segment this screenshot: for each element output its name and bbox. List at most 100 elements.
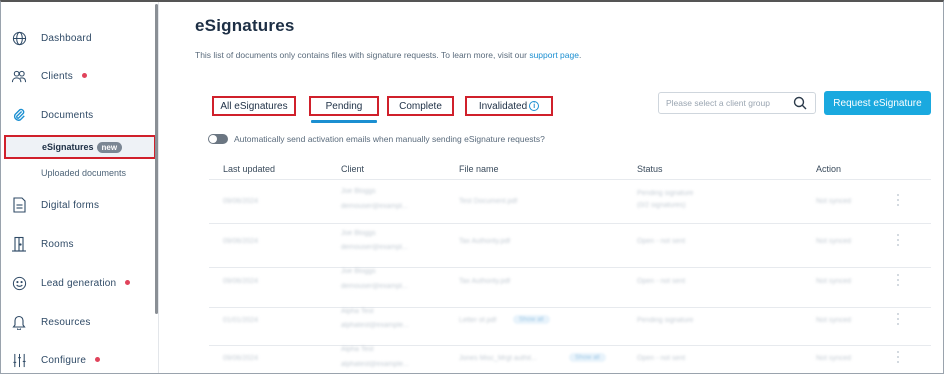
sidebar-subitem-esignatures[interactable]: eSignatures new: [4, 135, 156, 159]
table-row[interactable]: 09/06/2024 Joe Bloggs demouser@exampl...…: [209, 180, 931, 224]
row-client-name: Joe Bloggs: [341, 188, 376, 195]
row-file-name[interactable]: Test Document.pdf: [459, 198, 517, 205]
row-status: Pending signature: [637, 317, 694, 324]
tab-label: Pending: [325, 100, 363, 112]
sidebar-scrollbar[interactable]: [155, 4, 158, 314]
new-badge: new: [96, 141, 123, 153]
sidebar-subitem-label: Uploaded documents: [41, 168, 127, 178]
column-header-client[interactable]: Client: [341, 164, 364, 174]
request-esignature-button[interactable]: Request eSignature: [824, 91, 931, 115]
description-text: This list of documents only contains fil…: [195, 50, 530, 60]
row-action[interactable]: Not synced: [816, 238, 851, 245]
rooms-icon: [11, 236, 27, 252]
sidebar-item-label: Digital forms: [41, 199, 100, 211]
notification-dot: [125, 280, 131, 286]
row-action[interactable]: Not synced: [816, 355, 851, 362]
row-action[interactable]: Not synced: [816, 278, 851, 285]
more-options-icon[interactable]: [897, 194, 900, 208]
row-action[interactable]: Not synced: [816, 198, 851, 205]
row-action[interactable]: Not synced: [816, 317, 851, 324]
row-client-email: alphatest@example...: [341, 361, 409, 368]
sidebar-item-digital-forms[interactable]: Digital forms: [1, 190, 155, 220]
tab-label: Complete: [399, 100, 442, 112]
show-all-chip[interactable]: Show all: [569, 353, 606, 362]
sidebar-item-lead-generation[interactable]: Lead generation: [1, 268, 155, 298]
client-group-input[interactable]: [666, 96, 786, 110]
table-row[interactable]: 01/01/2024 Alpha Test alphatest@example.…: [209, 302, 931, 346]
row-client-email: alphatest@example...: [341, 322, 409, 329]
column-header-action: Action: [816, 164, 842, 174]
row-status: Open - not sent: [637, 238, 686, 245]
row-file-name[interactable]: Jones Misc_Mrgt authit...: [459, 355, 537, 362]
row-client-email: demouser@exampl...: [341, 283, 408, 290]
more-options-icon[interactable]: [897, 234, 900, 248]
row-status: Open - not sent: [637, 278, 686, 285]
tab-invalidated[interactable]: Invalidated i: [465, 96, 553, 116]
tab-pending[interactable]: Pending: [309, 96, 379, 116]
notification-dot: [81, 73, 87, 79]
sidebar-item-dashboard[interactable]: Dashboard: [1, 23, 155, 53]
info-icon[interactable]: i: [529, 101, 540, 111]
sidebar-item-rooms[interactable]: Rooms: [1, 229, 155, 259]
table-row[interactable]: 09/06/2024 Alpha Test alphatest@example.…: [209, 342, 931, 373]
sidebar-item-documents[interactable]: Documents: [1, 100, 155, 130]
column-header-last-updated[interactable]: Last updated: [223, 164, 275, 174]
sidebar-item-clients[interactable]: Clients: [1, 61, 155, 91]
sidebar-item-label: Clients: [41, 70, 73, 82]
row-status: Open - not sent: [637, 355, 686, 362]
sidebar-subitem-label: eSignatures: [42, 141, 94, 152]
sidebar-item-configure[interactable]: Configure: [1, 345, 155, 373]
tab-all-esignatures[interactable]: All eSignatures: [212, 96, 296, 116]
row-date: 09/06/2024: [223, 278, 259, 285]
sidebar-item-label: Resources: [41, 316, 91, 328]
globe-icon: [11, 30, 27, 46]
row-file-name[interactable]: Tax Authority.pdf: [459, 278, 510, 285]
sidebar-item-label: Rooms: [41, 238, 74, 250]
auto-send-toggle[interactable]: [208, 134, 228, 144]
more-options-icon[interactable]: [897, 313, 900, 327]
row-client-name: Alpha Test: [341, 308, 374, 315]
row-file-name[interactable]: Tax Authority.pdf: [459, 238, 510, 245]
more-options-icon[interactable]: [897, 274, 900, 288]
notification-dot: [95, 357, 101, 363]
sliders-icon: [11, 352, 27, 368]
paperclip-icon: [11, 107, 27, 123]
sidebar-item-label: Configure: [41, 354, 87, 366]
row-file-name[interactable]: Letter of.pdf: [459, 317, 496, 324]
search-icon[interactable]: [793, 96, 807, 115]
row-client-email: demouser@exampl...: [341, 203, 408, 210]
app-frame: Dashboard Clients Documents eSignatures n…: [0, 0, 944, 374]
page-title: eSignatures: [195, 16, 295, 35]
row-date: 09/06/2024: [223, 238, 259, 245]
row-status-detail: (0/2 signatures): [637, 202, 686, 209]
smiley-icon: [11, 275, 27, 291]
auto-send-label: Automatically send activation emails whe…: [234, 134, 545, 144]
column-header-status[interactable]: Status: [637, 164, 663, 174]
client-group-search[interactable]: [658, 92, 816, 114]
more-options-icon[interactable]: [897, 351, 900, 365]
description-end: .: [578, 50, 582, 60]
row-client-name: Alpha Test: [341, 346, 374, 353]
form-icon: [11, 197, 27, 213]
row-client-name: Joe Bloggs: [341, 268, 376, 275]
bell-icon: [11, 314, 27, 330]
tab-label: All eSignatures: [220, 100, 288, 112]
sidebar-item-label: Documents: [41, 109, 94, 121]
row-client-email: demouser@exampl...: [341, 244, 408, 251]
sidebar: Dashboard Clients Documents eSignatures n…: [1, 2, 159, 373]
tab-complete[interactable]: Complete: [387, 96, 454, 116]
show-all-chip[interactable]: Show all: [513, 315, 550, 324]
sidebar-subitem-uploaded-documents[interactable]: Uploaded documents: [1, 161, 155, 185]
table-row[interactable]: 09/06/2024 Joe Bloggs demouser@exampl...…: [209, 224, 931, 268]
row-date: 09/06/2024: [223, 198, 259, 205]
page-description: This list of documents only contains fil…: [195, 50, 581, 60]
sidebar-item-label: Lead generation: [41, 277, 117, 289]
sidebar-item-resources[interactable]: Resources: [1, 307, 155, 337]
users-icon: [11, 68, 27, 84]
column-header-file-name[interactable]: File name: [459, 164, 499, 174]
selected-tab-indicator: [311, 120, 377, 123]
row-client-name: Joe Bloggs: [341, 230, 376, 237]
row-status: Pending signature: [637, 190, 694, 197]
row-date: 01/01/2024: [223, 317, 259, 324]
support-page-link[interactable]: support page: [529, 50, 579, 60]
